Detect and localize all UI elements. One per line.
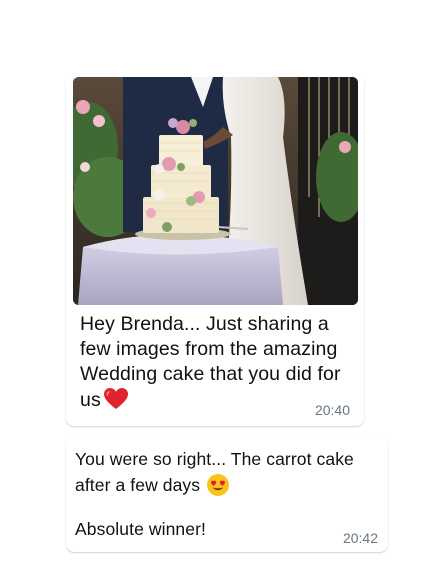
caption-line-3: Wedding cake that you did for — [80, 363, 341, 385]
heart-eyes-emoji-icon — [206, 473, 230, 504]
message-line-final: Absolute winner! — [75, 519, 206, 539]
red-heart-icon — [103, 387, 129, 418]
message-timestamp: 20:40 — [314, 402, 350, 418]
caption-line-1: Hey Brenda... Just sharing a — [80, 313, 329, 335]
message-bubble-incoming-2[interactable]: You were so right... The carrot cake aft… — [66, 438, 388, 552]
message-line-1: You were so right... The carrot cake — [75, 449, 354, 469]
message-line-2: after a few days — [75, 475, 201, 495]
caption-line-4: us — [80, 389, 101, 411]
caption-line-2: few images from the amazing — [80, 338, 338, 360]
message-timestamp: 20:42 — [342, 530, 378, 546]
wedding-cake-photo[interactable] — [73, 77, 358, 305]
message-bubble-incoming-1[interactable]: Hey Brenda... Just sharing a few images … — [66, 74, 364, 426]
message-text: You were so right... The carrot cake aft… — [75, 446, 375, 504]
